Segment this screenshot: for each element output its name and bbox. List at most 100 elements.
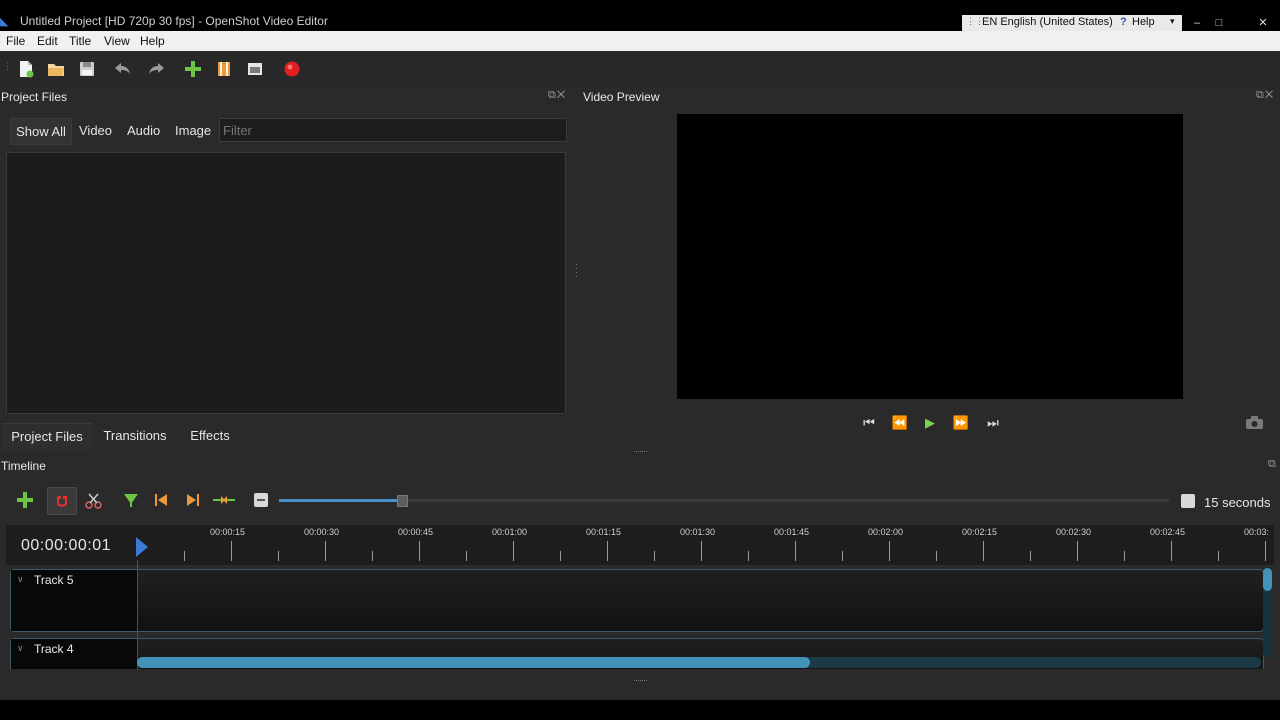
close-icon[interactable]: ✕: [1246, 15, 1280, 31]
ruler-tick: [1265, 541, 1266, 561]
language-bar[interactable]: ⋮⋮ EN English (United States) ? Help ▾: [962, 15, 1182, 31]
help-icon[interactable]: ?: [1120, 16, 1127, 28]
app-icon: ◣: [0, 16, 9, 28]
menu-title[interactable]: Title: [69, 34, 91, 48]
ruler-tick: [1077, 541, 1078, 561]
timeline-dock-icon[interactable]: ⧉: [1268, 458, 1277, 471]
filter-audio[interactable]: Audio: [127, 118, 160, 143]
menu-file[interactable]: File: [6, 34, 25, 48]
menu-bar: File Edit Title View Help: [0, 31, 1280, 51]
previous-marker-icon[interactable]: [154, 493, 168, 507]
razor-icon[interactable]: [85, 492, 102, 509]
next-marker-icon[interactable]: [186, 493, 200, 507]
project-files-dock-icons[interactable]: ⧉✕: [548, 89, 566, 102]
tab-transitions[interactable]: Transitions: [96, 423, 174, 449]
tab-project-files[interactable]: Project Files: [2, 423, 92, 450]
ruler-tick: [936, 551, 937, 561]
open-project-icon[interactable]: [46, 59, 66, 79]
zoom-in-icon[interactable]: [1181, 494, 1195, 508]
video-preview-dock-icons[interactable]: ⧉✕: [1256, 89, 1274, 102]
filter-show-all[interactable]: Show All: [10, 118, 72, 145]
redo-icon[interactable]: [146, 59, 166, 79]
project-files-title: Project Files: [1, 90, 68, 104]
save-project-icon[interactable]: [77, 59, 97, 79]
track-5[interactable]: ∨ Track 5: [10, 569, 1264, 632]
ruler-tick: [466, 551, 467, 561]
add-track-icon[interactable]: [16, 491, 34, 509]
ruler-tick: [560, 551, 561, 561]
export-video-icon[interactable]: [282, 59, 302, 79]
ruler-tick: [889, 541, 890, 561]
center-timeline-icon[interactable]: [212, 493, 236, 507]
language-label[interactable]: EN English (United States): [982, 16, 1113, 28]
vertical-scrollbar-thumb[interactable]: [1263, 568, 1272, 591]
help-label[interactable]: Help: [1132, 16, 1155, 28]
snapping-button[interactable]: [47, 487, 77, 515]
track-name: Track 4: [34, 642, 74, 656]
play-icon[interactable]: ▶: [920, 414, 940, 432]
filter-video[interactable]: Video: [79, 118, 112, 143]
ruler-tick: [842, 551, 843, 561]
ruler-tick: [983, 541, 984, 561]
ruler-tick: [1171, 541, 1172, 561]
fullscreen-icon[interactable]: [245, 59, 265, 79]
ruler-tick-label: 00:00:30: [304, 527, 340, 537]
new-project-icon[interactable]: [16, 59, 36, 79]
menu-view[interactable]: View: [104, 34, 130, 48]
ruler-tick: [325, 541, 326, 561]
ruler-tick: [184, 551, 185, 561]
timeline-title: Timeline: [1, 459, 46, 473]
ruler-tick-label: 00:02:15: [962, 527, 998, 537]
main-toolbar: ⋮: [0, 51, 1280, 87]
jump-start-icon[interactable]: ⏮: [859, 414, 879, 432]
video-screen: [677, 114, 1183, 399]
screen-bottom: [0, 700, 1280, 720]
bottom-splitter-icon[interactable]: ·······: [633, 675, 648, 685]
horizontal-splitter-icon[interactable]: ·······: [633, 446, 648, 456]
magnet-icon: [57, 496, 67, 507]
zoom-slider-handle[interactable]: [397, 495, 408, 507]
video-preview-title: Video Preview: [583, 90, 660, 104]
ruler-tick: [607, 541, 608, 561]
add-marker-icon[interactable]: [123, 492, 139, 508]
ruler-tick: [1030, 551, 1031, 561]
horizontal-scrollbar-thumb[interactable]: [137, 657, 810, 668]
ruler-tick-label: 00:03:: [1244, 527, 1270, 537]
playhead-line: [137, 560, 138, 670]
menu-help[interactable]: Help: [140, 34, 165, 48]
filter-input[interactable]: [219, 118, 567, 142]
window-buttons: – □ ✕: [1186, 15, 1280, 31]
profile-icon[interactable]: [214, 59, 234, 79]
maximize-icon[interactable]: □: [1208, 15, 1230, 31]
fast-forward-icon[interactable]: ⏩: [951, 414, 971, 432]
chevron-down-icon[interactable]: ∨: [17, 643, 24, 654]
minimize-icon[interactable]: –: [1186, 15, 1208, 31]
ruler-tick: [1218, 551, 1219, 561]
zoom-out-icon[interactable]: [254, 493, 268, 507]
playhead-handle[interactable]: [136, 537, 148, 557]
ruler-tick: [701, 541, 702, 561]
project-files-list[interactable]: [6, 152, 566, 414]
jump-end-icon[interactable]: ⏭: [983, 414, 1003, 432]
ruler-tick-label: 00:01:00: [492, 527, 528, 537]
ruler-tick: [795, 541, 796, 561]
splitter-handle-icon[interactable]: · · · ·: [575, 260, 578, 281]
filter-image[interactable]: Image: [175, 118, 211, 143]
ruler-tick-label: 00:02:00: [868, 527, 904, 537]
track-header[interactable]: ∨ Track 5: [11, 570, 138, 631]
rewind-icon[interactable]: ⏪: [890, 414, 910, 432]
ruler-tick-label: 00:02:30: [1056, 527, 1092, 537]
menu-edit[interactable]: Edit: [37, 34, 58, 48]
track-name: Track 5: [34, 573, 74, 587]
undo-icon[interactable]: [113, 59, 133, 79]
ruler-tick-label: 00:00:45: [398, 527, 434, 537]
ruler-tick: [654, 551, 655, 561]
chevron-down-icon[interactable]: ▾: [1170, 16, 1175, 27]
import-files-icon[interactable]: [183, 59, 203, 79]
toolbar-grip-icon: ⋮: [3, 61, 12, 71]
camera-icon[interactable]: [1246, 416, 1263, 429]
zoom-slider-track[interactable]: [279, 499, 1169, 502]
timecode-display: 00:00:00:01: [21, 537, 112, 554]
tab-effects[interactable]: Effects: [180, 423, 240, 449]
chevron-down-icon[interactable]: ∨: [17, 574, 24, 585]
